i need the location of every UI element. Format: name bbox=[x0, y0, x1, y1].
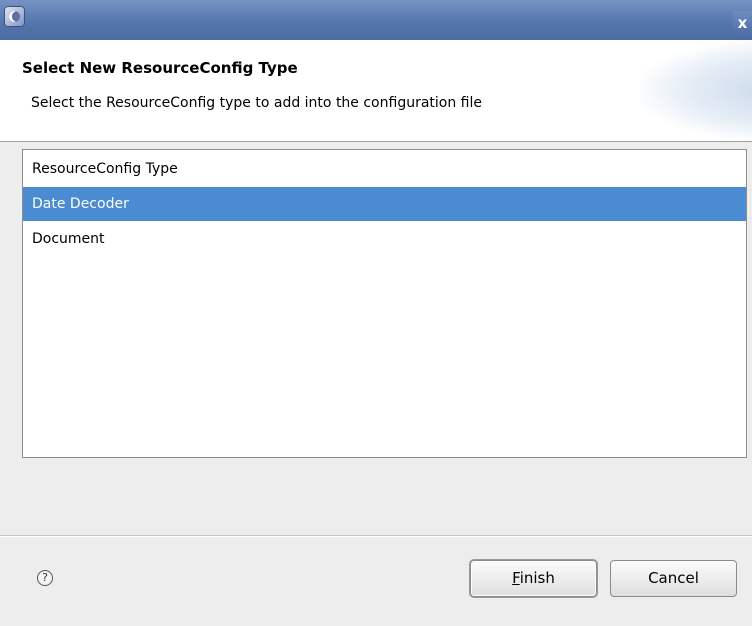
close-icon: x bbox=[737, 14, 748, 32]
page-title: Select New ResourceConfig Type bbox=[22, 59, 298, 77]
finish-button[interactable]: Finish bbox=[470, 560, 597, 597]
page-description: Select the ResourceConfig type to add in… bbox=[31, 95, 483, 111]
resourceconfig-type-list[interactable]: ResourceConfig Type Date Decoder Documen… bbox=[22, 149, 747, 458]
title-bar[interactable]: x bbox=[0, 0, 752, 40]
finish-mnemonic: F bbox=[512, 569, 520, 587]
header-banner: Select New ResourceConfig Type Select th… bbox=[0, 40, 752, 141]
help-glyph: ? bbox=[42, 571, 48, 584]
eclipse-icon bbox=[4, 6, 25, 27]
cancel-button[interactable]: Cancel bbox=[610, 560, 737, 597]
list-item-date-decoder[interactable]: Date Decoder bbox=[23, 187, 746, 221]
list-item-document[interactable]: Document bbox=[23, 222, 746, 256]
close-button[interactable]: x bbox=[733, 11, 752, 36]
header-divider bbox=[0, 141, 752, 142]
footer-divider-highlight bbox=[0, 536, 752, 537]
banner-decoration bbox=[640, 40, 752, 141]
list-item-resourceconfig-type[interactable]: ResourceConfig Type bbox=[23, 152, 746, 186]
dialog-window: x Select New ResourceConfig Type Select … bbox=[0, 0, 752, 626]
help-icon[interactable]: ? bbox=[37, 570, 53, 586]
finish-label: inish bbox=[519, 569, 555, 587]
